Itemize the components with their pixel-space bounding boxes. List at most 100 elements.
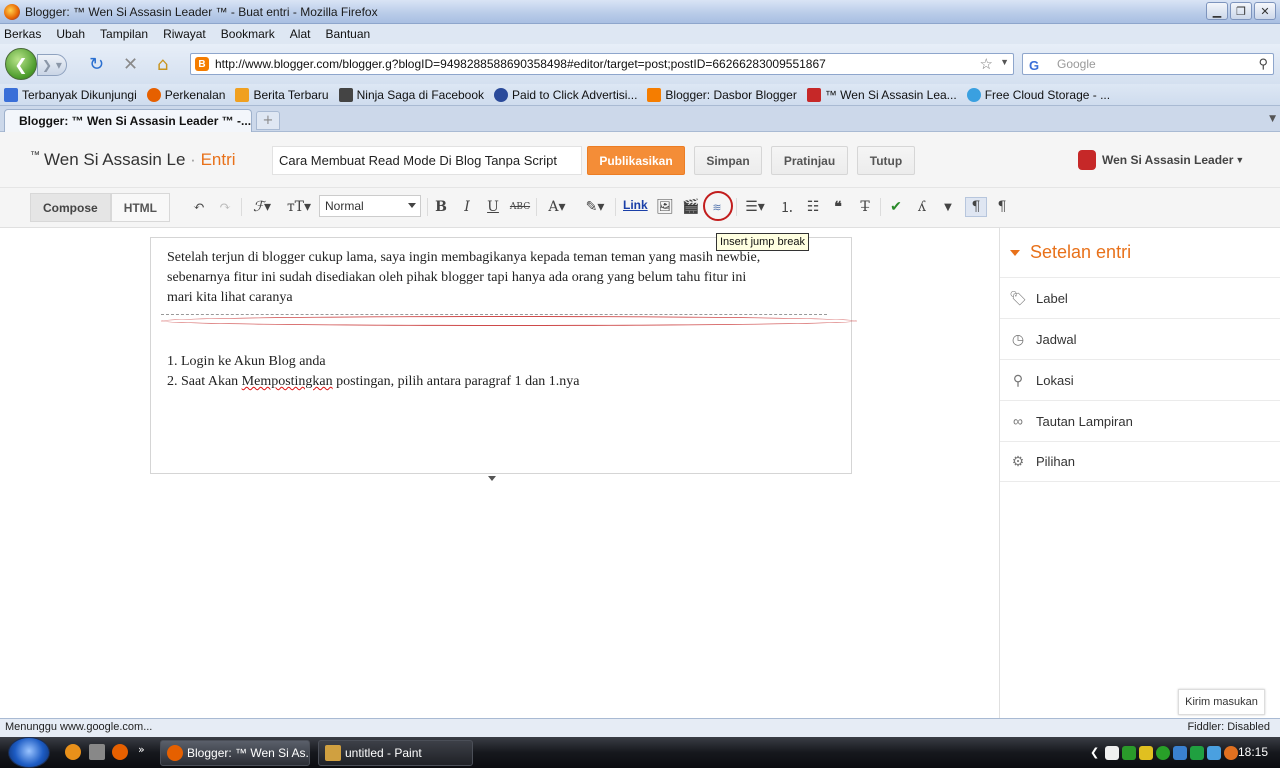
compose-mode-button[interactable]: Compose [30, 193, 111, 222]
start-button[interactable] [8, 737, 50, 768]
menu-tampilan[interactable]: Tampilan [100, 27, 148, 41]
highlight-color-icon[interactable]: ✎▾ [580, 197, 610, 217]
bookmark-item[interactable]: Ninja Saga di Facebook [338, 87, 484, 102]
preview-button[interactable]: Pratinjau [771, 146, 848, 175]
sidebar-item-options[interactable]: ⚙ Pilihan [1000, 441, 1280, 482]
firefox-icon[interactable] [112, 744, 128, 760]
menu-bookmark[interactable]: Bookmark [221, 27, 275, 41]
bookmark-star-icon[interactable]: ☆ [980, 55, 993, 73]
format-select[interactable]: Normal [319, 195, 421, 217]
resize-handle-icon[interactable] [488, 476, 496, 481]
close-window-button[interactable]: ✕ [1254, 2, 1276, 20]
post-editor[interactable]: Setelah terjun di blogger cukup lama, sa… [150, 237, 857, 474]
bookmark-item[interactable]: ™ Wen Si Assasin Lea... [806, 87, 957, 102]
tray-icon[interactable] [1190, 745, 1205, 760]
bold-button[interactable]: B [434, 197, 448, 217]
url-bar[interactable]: B http://www.blogger.com/blogger.g?blogI… [190, 53, 1014, 75]
spellcheck-icon[interactable]: ✔ [887, 197, 905, 217]
bullet-list-icon[interactable]: ☷ [804, 197, 822, 217]
bookmark-item[interactable]: Paid to Click Advertisi... [494, 87, 637, 102]
fiddler-status[interactable]: Fiddler: Disabled [1187, 721, 1270, 733]
minimize-button[interactable]: ▁ [1206, 2, 1228, 20]
menu-ubah[interactable]: Ubah [56, 27, 85, 41]
taskbar-item-paint[interactable]: untitled - Paint [318, 740, 473, 766]
search-input[interactable]: G Google ⚲ [1022, 53, 1274, 75]
tray-icon[interactable] [1139, 745, 1154, 760]
sidebar-item-permalink[interactable]: ∞ Tautan Lampiran [1000, 400, 1280, 441]
font-size-icon[interactable]: ᴛT▾ [284, 197, 314, 217]
bookmark-item[interactable]: Free Cloud Storage - ... [966, 87, 1110, 102]
menu-riwayat[interactable]: Riwayat [163, 27, 206, 41]
search-icon[interactable]: ⚲ [1258, 56, 1268, 72]
sidebar-item-schedule[interactable]: ◷ Jadwal [1000, 318, 1280, 359]
menu-alat[interactable]: Alat [290, 27, 311, 41]
language-icon[interactable]: ʎ [913, 197, 931, 217]
link-button[interactable]: Link [623, 198, 648, 212]
cloud-icon [966, 87, 981, 102]
overflow-icon[interactable]: » [138, 743, 145, 756]
tray-icon[interactable] [1224, 745, 1239, 760]
insert-video-icon[interactable]: 🎬 [682, 197, 700, 217]
tray-icon[interactable] [1122, 745, 1137, 760]
tray-icon[interactable] [1105, 745, 1120, 760]
tray-icon[interactable] [1207, 745, 1222, 760]
menu-berkas[interactable]: Berkas [4, 27, 41, 41]
tray-expand-icon[interactable]: ❮ [1090, 746, 1099, 759]
rss-icon [235, 87, 250, 102]
link-icon: ∞ [1013, 413, 1023, 429]
home-icon[interactable]: ⌂ [157, 54, 168, 75]
remove-formatting-icon[interactable]: T̶ [856, 197, 874, 217]
bookmark-item[interactable]: Berita Terbaru [235, 87, 329, 102]
quicklaunch-icon[interactable] [89, 744, 105, 760]
insert-image-icon[interactable]: 🖼 [656, 197, 674, 217]
quicklaunch-icon[interactable] [65, 744, 81, 760]
sidebar-item-location[interactable]: ⚲ Lokasi [1000, 359, 1280, 400]
clock[interactable]: 18:15 [1238, 745, 1268, 759]
publish-button[interactable]: Publikasikan [587, 146, 685, 175]
back-button[interactable]: ❮ [5, 48, 37, 80]
navigation-bar: ❮ ❯ ▾ ↻ ✕ ⌂ B http://www.blogger.com/blo… [0, 44, 1280, 84]
undo-icon[interactable]: ↶ [191, 197, 207, 217]
post-body[interactable]: Setelah terjun di blogger cukup lama, sa… [167, 248, 807, 308]
tab-strip: Blogger: ™ Wen Si Assasin Leader ™ -... … [0, 106, 1280, 132]
rtl-icon[interactable]: ¶ [993, 197, 1011, 217]
html-mode-button[interactable]: HTML [110, 193, 171, 222]
google-icon[interactable]: G [1026, 57, 1042, 73]
new-tab-button[interactable]: + [256, 111, 280, 130]
reload-icon[interactable]: ↻ [89, 54, 104, 75]
more-options-icon[interactable]: ▼ [940, 197, 956, 217]
toolbar-separator [736, 198, 737, 216]
save-button[interactable]: Simpan [694, 146, 762, 175]
italic-button[interactable]: I [460, 197, 474, 217]
forward-button[interactable]: ❯ ▾ [37, 54, 67, 76]
maximize-button[interactable]: ❐ [1230, 2, 1252, 20]
redo-icon[interactable]: ↷ [217, 197, 233, 217]
blogger-icon [647, 87, 662, 102]
tray-icon[interactable] [1173, 745, 1188, 760]
numbered-list-icon[interactable]: ⒈ [778, 197, 796, 217]
align-icon[interactable]: ☰▾ [741, 197, 769, 217]
post-title-input[interactable]: Cara Membuat Read Mode Di Blog Tanpa Scr… [272, 146, 582, 175]
sidebar-item-labels[interactable]: 🏷 Label [1000, 277, 1280, 318]
url-dropdown-icon[interactable]: ▼ [1000, 57, 1009, 67]
underline-button[interactable]: U [486, 197, 500, 217]
tray-icon[interactable] [1156, 745, 1171, 760]
strikethrough-button[interactable]: ABC [510, 197, 530, 217]
account-menu[interactable]: Wen Si Assasin Leader ▼ [1078, 150, 1244, 170]
ltr-icon[interactable]: ¶ [965, 197, 987, 217]
tab-blogger[interactable]: Blogger: ™ Wen Si Assasin Leader ™ -... [4, 109, 252, 132]
quote-icon[interactable]: ❝ [829, 197, 847, 217]
stop-icon[interactable]: ✕ [123, 54, 138, 75]
post-settings-heading[interactable]: Setelan entri [1010, 242, 1131, 263]
bookmark-item[interactable]: Blogger: Dasbor Blogger [647, 87, 797, 102]
tab-list-icon[interactable]: ▼ [1269, 114, 1276, 124]
blog-name[interactable]: Wen Si Assasin Le [44, 150, 185, 169]
taskbar-item-firefox[interactable]: Blogger: ™ Wen Si As... [160, 740, 310, 766]
text-color-icon[interactable]: A▾ [543, 197, 571, 217]
close-button[interactable]: Tutup [857, 146, 915, 175]
feedback-button[interactable]: Kirim masukan [1178, 689, 1265, 715]
bookmark-item[interactable]: Perkenalan [146, 87, 225, 102]
font-family-icon[interactable]: ℱ▾ [248, 197, 276, 217]
menu-bantuan[interactable]: Bantuan [325, 27, 370, 41]
bookmark-item[interactable]: Terbanyak Dikunjungi [4, 87, 137, 102]
